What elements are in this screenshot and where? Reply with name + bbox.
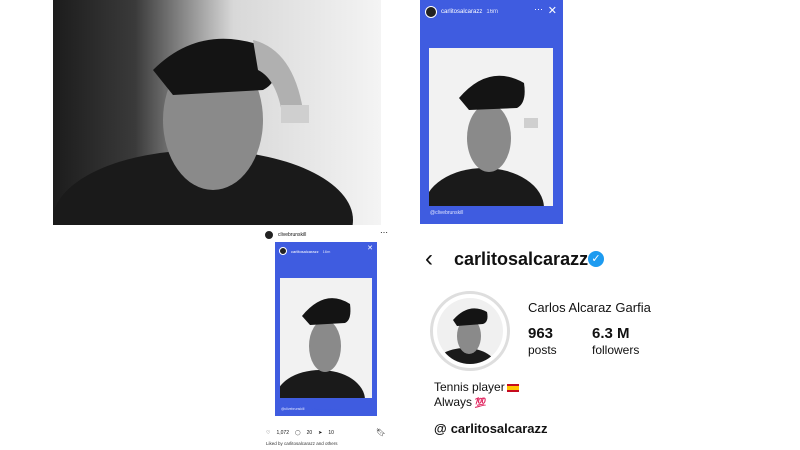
story-time: 16m	[486, 9, 499, 15]
more-icon[interactable]: ⋯	[534, 4, 543, 15]
back-arrow-icon[interactable]: ‹	[425, 245, 433, 273]
bio-text: Always	[434, 395, 473, 409]
post-screenshot: clivebrunskill ⋯ carlitosalcarazz 16m ✕ …	[262, 228, 390, 450]
portrait-illustration	[53, 38, 353, 225]
share-icon[interactable]: ➤	[318, 430, 322, 436]
profile-header: ‹ carlitosalcarazz ✓ Carlos Alcaraz Garf…	[420, 235, 800, 450]
avatar[interactable]	[264, 230, 274, 240]
avatar	[279, 247, 287, 255]
story-image	[429, 48, 553, 206]
bio-line-1: Tennis player	[434, 380, 519, 394]
story-username: carlitosalcarazz	[291, 248, 319, 254]
liked-by-text[interactable]: Liked by carlitosalcarazz and others	[266, 441, 338, 446]
story-time: 16m	[322, 248, 331, 254]
spain-flag-icon	[506, 383, 519, 392]
bookmark-icon[interactable]: 🔖︎	[376, 428, 386, 437]
view-insights-link[interactable]: View insights	[262, 408, 390, 414]
bio-line-2: Always 💯︎	[434, 395, 487, 409]
threads-icon: @	[434, 421, 447, 436]
heart-icon[interactable]: ♡	[266, 430, 270, 436]
story-portrait	[280, 298, 365, 398]
avatar-image	[437, 298, 503, 364]
threads-handle: carlitosalcarazz	[450, 421, 548, 436]
profile-username: carlitosalcarazz	[454, 249, 589, 269]
verified-badge-icon: ✓	[588, 251, 604, 267]
followers-label[interactable]: followers	[592, 343, 639, 357]
story-header: carlitosalcarazz 16m	[279, 247, 330, 255]
threads-link[interactable]: @ carlitosalcarazz	[434, 421, 548, 436]
full-name: Carlos Alcaraz Garfia	[528, 300, 651, 315]
story-image	[280, 278, 372, 398]
close-icon[interactable]: ✕	[548, 4, 557, 17]
post-header: clivebrunskill	[264, 230, 306, 240]
avatar[interactable]	[425, 6, 437, 18]
likes-count: 1,072	[276, 430, 289, 436]
story-credit[interactable]: @clivebrunskill	[430, 210, 463, 216]
bio-text: Tennis player	[434, 380, 505, 394]
story-portrait	[429, 75, 544, 206]
followers-count[interactable]: 6.3 M	[592, 325, 630, 342]
comment-icon[interactable]: ◯	[295, 430, 301, 436]
shares-count: 10	[328, 430, 334, 436]
story-card: carlitosalcarazz 16m ⋯ ✕ @clivebrunskill	[420, 0, 563, 224]
hundred-points-icon: 💯︎	[474, 398, 487, 409]
avatar-portrait	[437, 308, 497, 364]
posts-label[interactable]: posts	[528, 343, 557, 357]
portrait-photo	[53, 0, 381, 225]
profile-avatar[interactable]	[430, 291, 510, 371]
story-header: carlitosalcarazz 16m	[425, 6, 498, 18]
close-icon: ✕	[367, 245, 373, 252]
post-author[interactable]: clivebrunskill	[278, 232, 306, 238]
story-username[interactable]: carlitosalcarazz	[441, 9, 482, 15]
post-actions: ♡ 1,072 ◯ 20 ➤ 10	[266, 430, 334, 436]
post-story-image: carlitosalcarazz 16m ✕ @clivebrunskill	[275, 242, 377, 416]
posts-count[interactable]: 963	[528, 325, 553, 342]
more-icon[interactable]: ⋯	[380, 228, 388, 237]
comments-count: 20	[306, 430, 313, 436]
